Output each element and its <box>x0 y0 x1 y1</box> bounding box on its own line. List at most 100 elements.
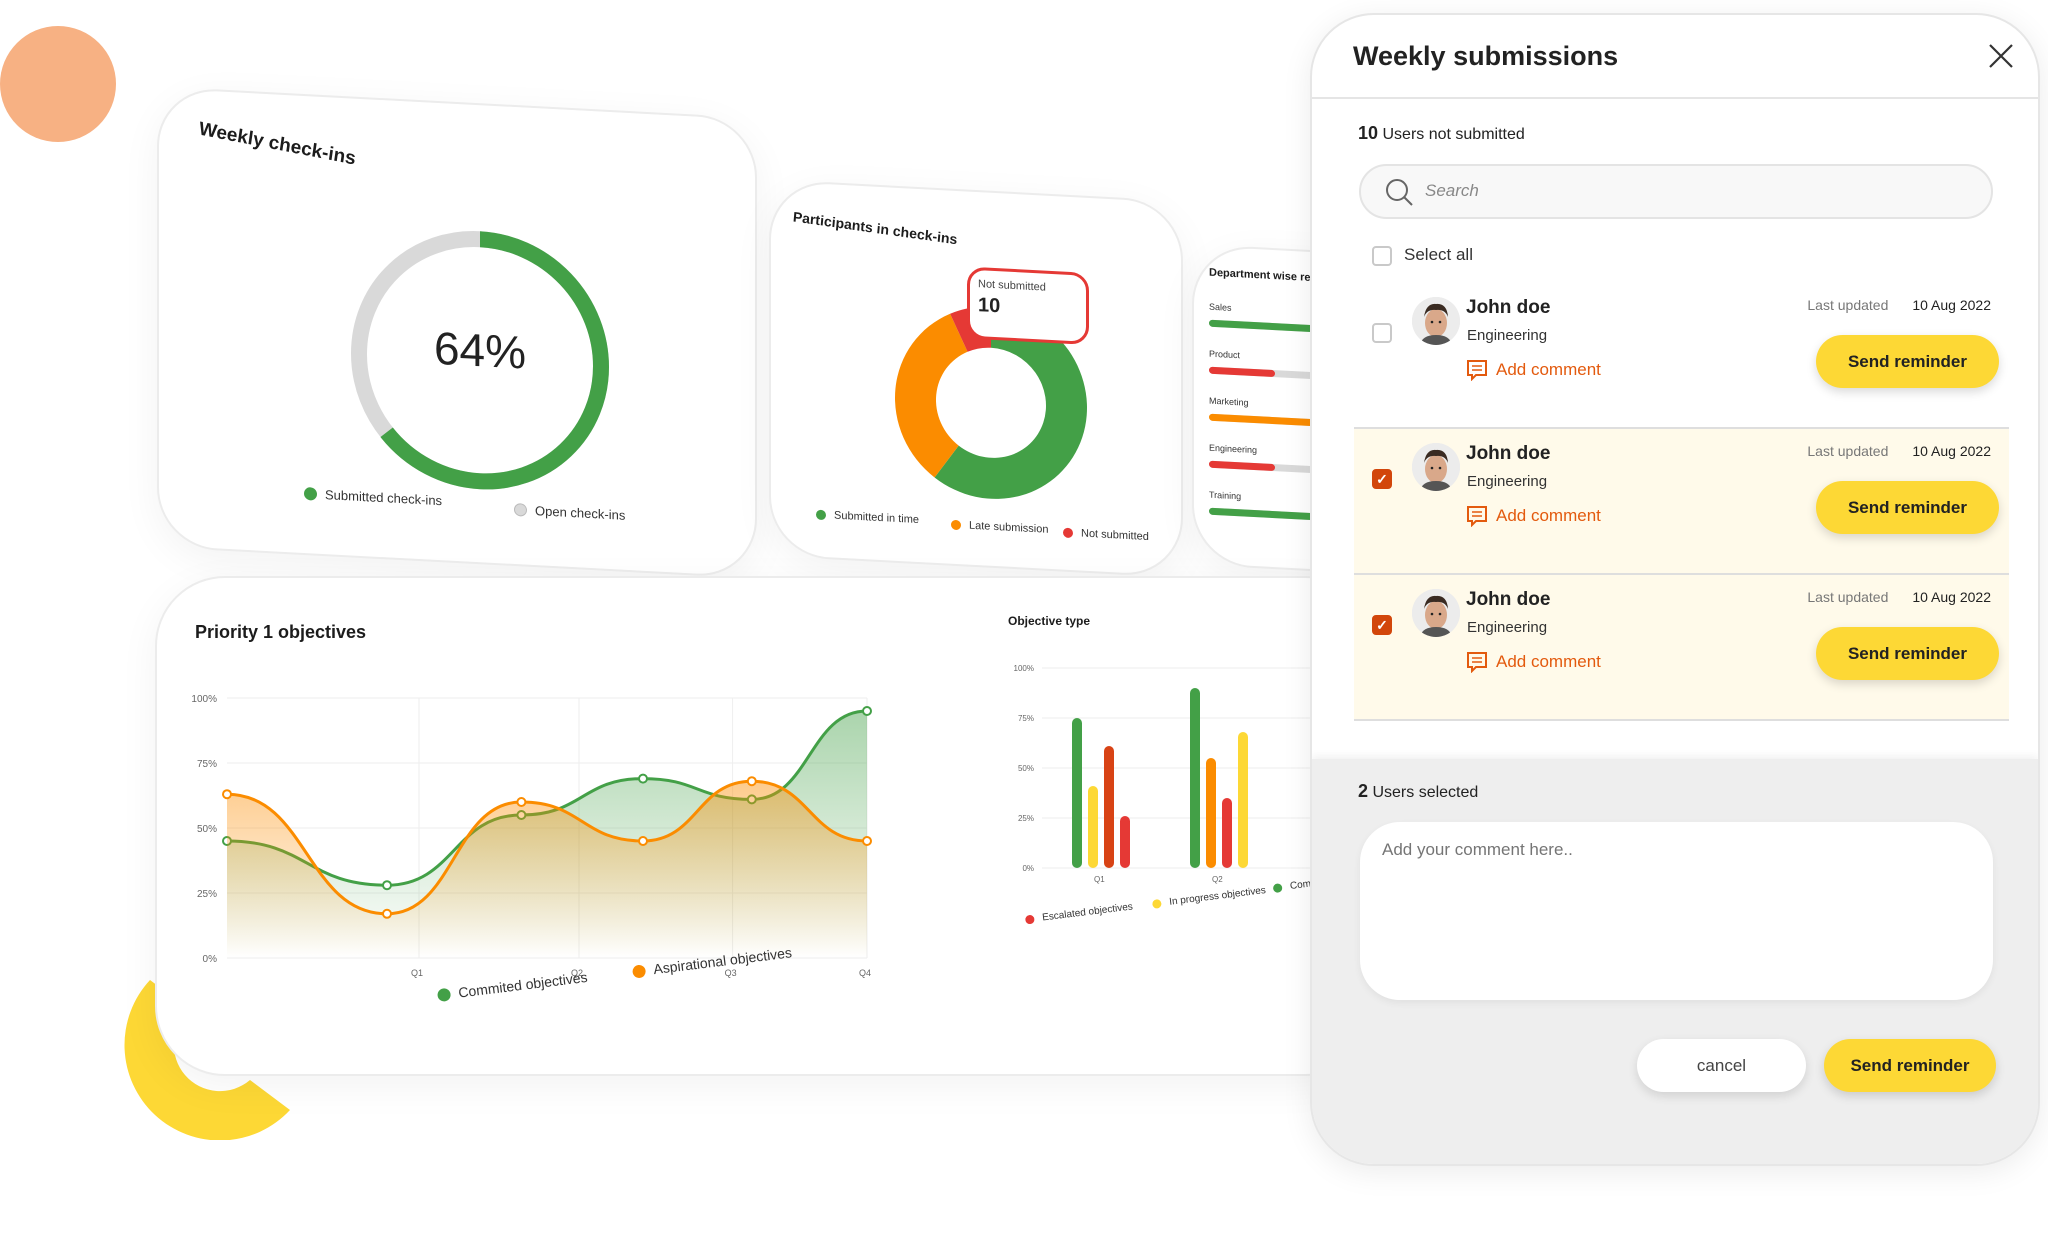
data-point <box>638 836 648 846</box>
user-name: John doe <box>1466 589 1551 610</box>
department-label: Engineering <box>1209 442 1258 456</box>
data-point <box>382 880 392 891</box>
user-department: Engineering <box>1467 473 1548 490</box>
x-tick-label: Q4 <box>859 968 871 978</box>
y-tick-label: 25% <box>1018 814 1034 823</box>
department-label: Training <box>1209 489 1242 502</box>
decor-orange-circle <box>0 26 116 142</box>
weekly-submissions-panel: Weekly submissions 10 Users not submitte… <box>1310 13 2040 1166</box>
objectives-card: Priority 1 objectives 100% 75% 50% 25% 0% Q1 Q… <box>155 576 1375 1076</box>
avatar <box>1412 589 1460 637</box>
bar <box>1072 718 1082 868</box>
department-label: Product <box>1209 348 1241 361</box>
user-row: John doe Engineering Add comment Last up… <box>1354 283 2009 429</box>
send-reminder-button[interactable]: Send reminder <box>1816 627 1999 680</box>
data-point <box>382 908 392 919</box>
objective-type-chart: 100% 75% 50% 25% 0% Q1 Q2 <box>1014 664 1322 884</box>
bar <box>1120 816 1130 868</box>
search-icon <box>1386 179 1413 206</box>
x-tick-label: Q3 <box>725 968 737 978</box>
y-tick-label: 25% <box>197 889 217 900</box>
department-label: Marketing <box>1209 395 1249 408</box>
not-submitted-count: 10 Users not submitted <box>1358 123 1525 143</box>
department-bar-fill <box>1209 413 1314 427</box>
legend-not-submitted: Not submitted <box>1063 527 1149 543</box>
x-tick-label: Q1 <box>1094 875 1105 884</box>
department-bar-fill <box>1209 366 1275 378</box>
comment-icon <box>1467 652 1487 673</box>
y-tick-label: 100% <box>1014 664 1034 673</box>
user-department: Engineering <box>1467 619 1548 636</box>
bar <box>1088 786 1098 868</box>
tooltip: Not submitted 10 <box>967 266 1089 345</box>
data-point <box>638 773 648 784</box>
bar <box>1104 746 1114 868</box>
user-checkbox[interactable]: ✓ <box>1372 615 1392 635</box>
search-input[interactable]: Search <box>1359 164 1993 219</box>
x-tick-label: Q1 <box>411 968 423 978</box>
user-row: ✓ John doe Engineering Add comment Last … <box>1354 429 2009 575</box>
select-all-label[interactable]: Select all <box>1404 245 1473 265</box>
data-point <box>222 789 232 800</box>
add-comment-link[interactable]: Add comment <box>1466 505 1601 527</box>
search-placeholder: Search <box>1425 181 1479 200</box>
comment-icon <box>1467 506 1487 527</box>
bar <box>1238 732 1248 868</box>
card-title: Weekly check-ins <box>197 118 358 170</box>
bar <box>1206 758 1216 868</box>
card-title: Department wise refl <box>1209 266 1318 285</box>
comment-icon <box>1467 360 1487 381</box>
y-tick-label: 0% <box>1022 864 1034 873</box>
selected-count: 2 Users selected <box>1358 781 1479 801</box>
card-title: Priority 1 objectives <box>195 622 367 642</box>
divider <box>1312 97 2038 99</box>
participants-card: Participants in check-ins Not submitted … <box>769 179 1183 578</box>
department-bar-track <box>1209 366 1319 380</box>
x-tick-label: Q2 <box>1212 875 1223 884</box>
add-comment-link[interactable]: Add comment <box>1466 651 1601 673</box>
department-label: Sales <box>1209 301 1232 313</box>
avatar <box>1412 443 1460 491</box>
last-updated: Last updated 10 Aug 2022 <box>1807 297 1991 313</box>
data-point <box>746 776 757 787</box>
footer: 2 Users selected cancel Send reminder <box>1312 759 2038 1164</box>
legend-submitted-in-time: Submitted in time <box>816 509 919 526</box>
user-department: Engineering <box>1467 327 1548 344</box>
select-all-checkbox[interactable] <box>1372 246 1392 266</box>
cancel-button[interactable]: cancel <box>1637 1039 1806 1092</box>
data-point <box>516 797 527 807</box>
last-updated: Last updated 10 Aug 2022 <box>1807 443 1991 459</box>
department-bar-fill <box>1209 319 1314 333</box>
avatar <box>1412 297 1460 345</box>
panel-title: Weekly submissions <box>1353 41 1619 71</box>
card-title: Objective type <box>1008 614 1091 628</box>
department-bar-track <box>1209 507 1319 521</box>
card-title: Participants in check-ins <box>792 208 959 248</box>
data-point <box>862 706 872 716</box>
send-reminder-button[interactable]: Send reminder <box>1824 1039 1996 1092</box>
legend-open: Open check-ins <box>514 502 625 523</box>
weekly-checkins-card: Weekly check-ins 64% Submitted check-ins… <box>157 86 757 579</box>
data-point <box>862 836 872 846</box>
user-name: John doe <box>1466 443 1551 464</box>
legend-late: Late submission <box>951 519 1049 536</box>
comment-input[interactable] <box>1360 822 1993 1000</box>
y-tick-label: 75% <box>197 759 217 770</box>
department-bar-track <box>1209 319 1319 333</box>
user-checkbox[interactable]: ✓ <box>1372 469 1392 489</box>
add-comment-link[interactable]: Add comment <box>1466 359 1601 381</box>
send-reminder-button[interactable]: Send reminder <box>1816 335 1999 388</box>
series-area <box>227 781 867 958</box>
department-bar-track <box>1209 460 1319 474</box>
y-tick-label: 100% <box>191 694 217 705</box>
close-icon[interactable] <box>1988 43 2014 69</box>
user-row: ✓ John doe Engineering Add comment Last … <box>1354 575 2009 721</box>
bar <box>1190 688 1200 868</box>
user-name: John doe <box>1466 297 1551 318</box>
department-bar-fill <box>1209 507 1314 521</box>
y-tick-label: 0% <box>203 954 218 965</box>
legend-escalated: Escalated objectives <box>1024 901 1133 925</box>
y-tick-label: 50% <box>1018 764 1034 773</box>
user-checkbox[interactable] <box>1372 323 1392 343</box>
send-reminder-button[interactable]: Send reminder <box>1816 481 1999 534</box>
